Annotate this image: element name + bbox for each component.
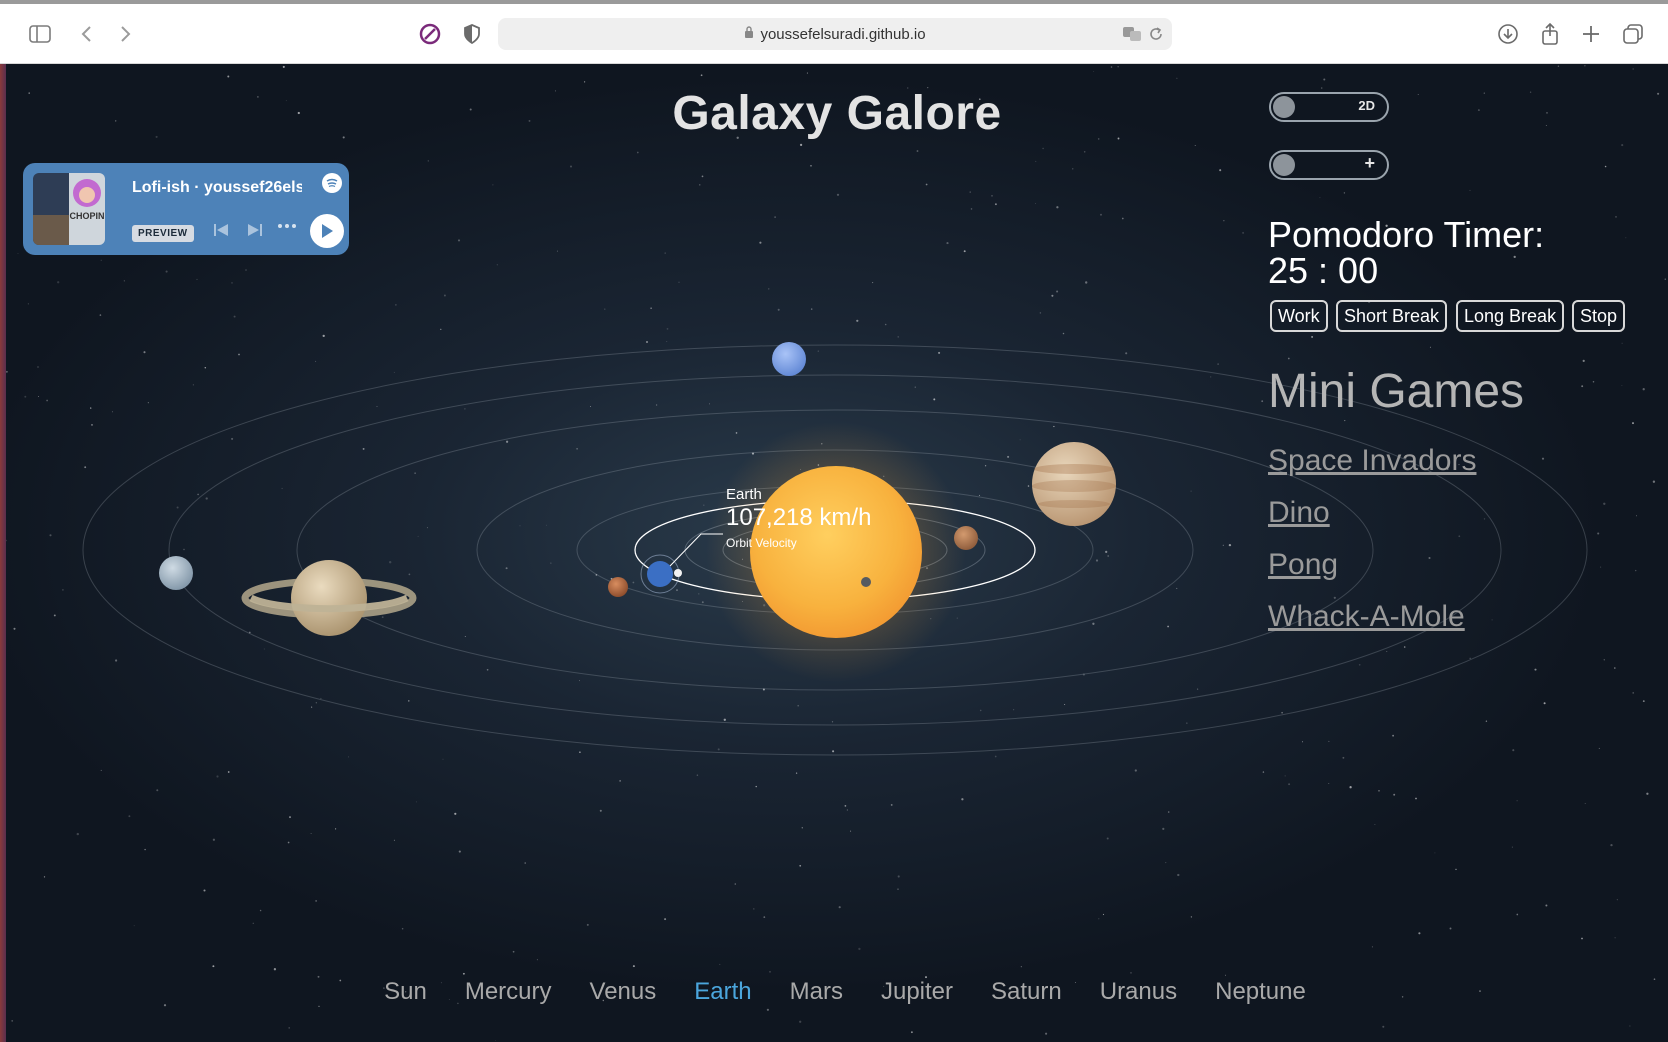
share-icon[interactable]: [1534, 18, 1566, 50]
forward-icon[interactable]: [110, 18, 142, 50]
planet-neptune[interactable]: [772, 342, 806, 376]
zoom-toggle[interactable]: +: [1269, 150, 1389, 180]
next-icon[interactable]: [247, 223, 263, 242]
back-icon[interactable]: [70, 18, 102, 50]
nav-item-neptune[interactable]: Neptune: [1215, 978, 1306, 1006]
long-break-button[interactable]: Long Break: [1456, 300, 1565, 332]
zoom-label: +: [1364, 153, 1375, 173]
tooltip-value: 107,218 km/h: [726, 504, 872, 531]
stop-button[interactable]: Stop: [1572, 300, 1626, 332]
nav-item-uranus[interactable]: Uranus: [1100, 978, 1177, 1006]
toggle-knob: [1273, 96, 1295, 118]
preview-badge: PREVIEW: [132, 225, 194, 242]
new-tab-icon[interactable]: [1575, 18, 1607, 50]
nav-item-mercury[interactable]: Mercury: [465, 978, 552, 1006]
translate-icon[interactable]: [1122, 26, 1142, 46]
page-title: Galaxy Galore: [672, 87, 1002, 140]
dino-link[interactable]: Dino: [1268, 496, 1330, 530]
planet-jupiter[interactable]: [1032, 442, 1116, 526]
view-mode-label: 2D: [1358, 98, 1375, 113]
planet-venus[interactable]: [954, 526, 978, 550]
more-options-icon[interactable]: [277, 219, 297, 238]
nav-item-venus[interactable]: Venus: [590, 978, 657, 1006]
tooltip-label: Orbit Velocity: [726, 536, 797, 550]
reload-icon[interactable]: [1148, 26, 1164, 46]
address-bar[interactable]: youssefelsuradi.github.io: [498, 18, 1172, 50]
nav-item-sun[interactable]: Sun: [384, 978, 427, 1006]
nav-item-saturn[interactable]: Saturn: [991, 978, 1062, 1006]
planet-mercury[interactable]: [861, 577, 871, 587]
whack-a-mole-link[interactable]: Whack-A-Mole: [1268, 600, 1465, 634]
pong-link[interactable]: Pong: [1268, 548, 1338, 582]
mini-games-title: Mini Games: [1268, 365, 1525, 418]
privacy-icon[interactable]: [414, 18, 446, 50]
album-art[interactable]: CHOPIN: [33, 173, 105, 245]
play-button[interactable]: [310, 214, 344, 248]
nav-item-mars[interactable]: Mars: [790, 978, 843, 1006]
earth-moon: [674, 569, 682, 577]
album-text: CHOPIN: [69, 211, 104, 221]
view-mode-toggle[interactable]: 2D: [1269, 92, 1389, 122]
lock-icon: [744, 25, 754, 43]
play-icon: [322, 224, 333, 238]
planet-saturn[interactable]: [241, 560, 417, 636]
download-icon[interactable]: [1492, 18, 1524, 50]
pomodoro-time: 25 : 00: [1268, 250, 1379, 291]
short-break-button[interactable]: Short Break: [1336, 300, 1448, 332]
work-button[interactable]: Work: [1270, 300, 1328, 332]
sidebar-icon[interactable]: [24, 18, 56, 50]
browser-toolbar: youssefelsuradi.github.io: [0, 0, 1668, 64]
nav-item-jupiter[interactable]: Jupiter: [881, 978, 953, 1006]
previous-icon[interactable]: [213, 223, 229, 242]
nav-item-earth[interactable]: Earth: [694, 978, 751, 1006]
planet-earth[interactable]: [647, 561, 673, 587]
shield-icon[interactable]: [456, 18, 488, 50]
spotify-logo-icon[interactable]: [322, 173, 342, 193]
tabs-overview-icon[interactable]: [1617, 18, 1649, 50]
track-title[interactable]: Lofi-ish · youssef26els: [132, 179, 302, 197]
url-text: youssefelsuradi.github.io: [760, 25, 926, 43]
spotify-player[interactable]: CHOPIN Lofi-ish · youssef26els PREVIEW: [23, 163, 349, 255]
planet-mars[interactable]: [608, 577, 628, 597]
page-canvas: Galaxy Galore CHOPIN Lofi-ish · youssef2…: [6, 64, 1668, 1042]
planet-nav: Sun Mercury Venus Earth Mars Jupiter Sat…: [6, 978, 1668, 1006]
sun[interactable]: [750, 466, 922, 638]
planet-uranus[interactable]: [159, 556, 193, 590]
toggle-knob: [1273, 154, 1295, 176]
space-invadors-link[interactable]: Space Invadors: [1268, 444, 1476, 478]
tooltip-planet-name: Earth: [726, 486, 762, 503]
